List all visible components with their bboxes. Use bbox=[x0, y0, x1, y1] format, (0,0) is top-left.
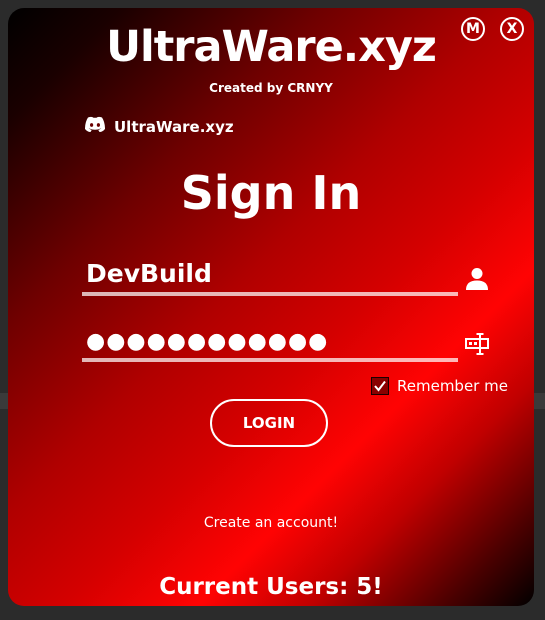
current-users-count: Current Users: 5! bbox=[159, 574, 383, 600]
login-button[interactable]: LOGIN bbox=[210, 399, 328, 447]
app-title: UltraWare.xyz bbox=[106, 22, 437, 72]
password-field[interactable]: ●●●●●●●●●●●● bbox=[82, 318, 458, 362]
minimize-button[interactable]: M bbox=[461, 17, 485, 41]
close-label: X bbox=[506, 21, 518, 37]
password-field-icon bbox=[463, 330, 491, 358]
username-field[interactable]: DevBuild bbox=[82, 252, 458, 296]
discord-icon bbox=[84, 116, 106, 137]
remember-me-toggle[interactable]: Remember me bbox=[371, 377, 508, 395]
remember-me-checkbox[interactable] bbox=[371, 377, 389, 395]
user-icon bbox=[463, 265, 491, 293]
checkmark-icon bbox=[374, 380, 386, 392]
close-button[interactable]: X bbox=[500, 17, 524, 41]
password-value: ●●●●●●●●●●●● bbox=[86, 329, 329, 354]
username-value: DevBuild bbox=[86, 259, 212, 288]
minimize-label: M bbox=[466, 21, 480, 37]
sign-in-heading: Sign In bbox=[180, 166, 362, 220]
discord-link[interactable]: UltraWare.xyz bbox=[84, 116, 234, 137]
login-window: UltraWare.xyz Created by CRNYY M X Ultra… bbox=[8, 8, 534, 606]
create-account-link[interactable]: Create an account! bbox=[8, 515, 534, 531]
remember-me-label: Remember me bbox=[397, 377, 508, 395]
discord-label: UltraWare.xyz bbox=[114, 117, 234, 136]
app-subtitle: Created by CRNYY bbox=[209, 81, 333, 95]
